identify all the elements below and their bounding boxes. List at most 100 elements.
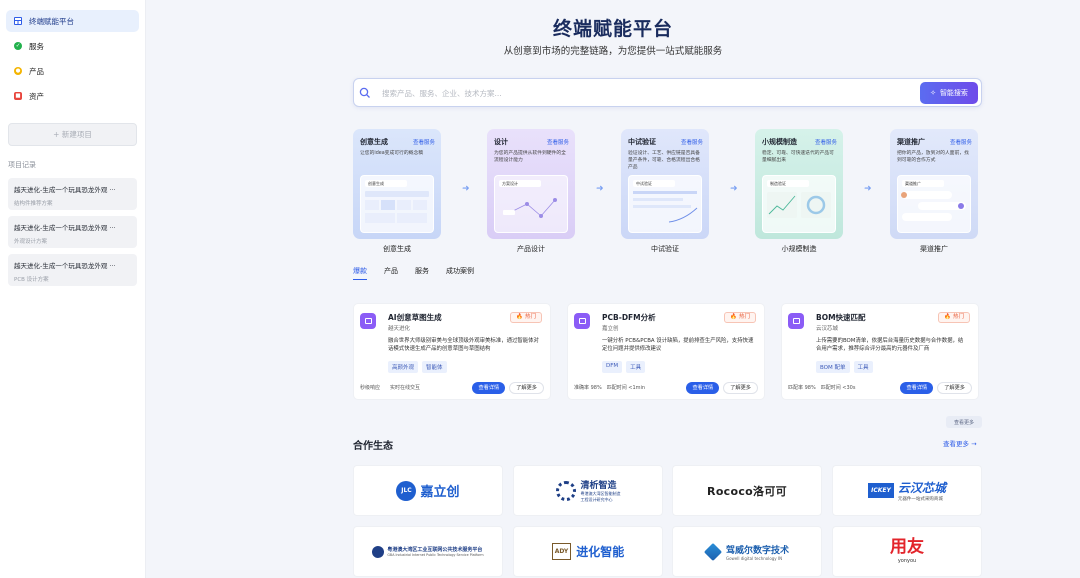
- sidebar-item-platform[interactable]: 终端赋能平台: [6, 10, 139, 32]
- learn-more-button[interactable]: 了解更多: [937, 381, 972, 394]
- partner-logo-gowell[interactable]: 驾威尔数字技术 Gowell digital technology IN: [672, 526, 822, 577]
- partner-logo-jlc[interactable]: JLC 嘉立创: [353, 465, 503, 516]
- arrow-right-icon: ➜: [462, 184, 470, 194]
- stage-card-channel[interactable]: 渠道推广 查看服务 把你的产品，放到对的人面前，找到可靠的合作方式 渠道推广: [890, 129, 978, 239]
- partner-name: Rococo洛可可: [707, 484, 787, 498]
- record-title: 越天进化-生成一个玩具恐龙外观 ···: [14, 186, 116, 194]
- records-title: 项目记录: [8, 161, 36, 169]
- view-service-link[interactable]: 查看服务: [950, 138, 972, 146]
- partner-logo-yonyou[interactable]: 用友 yonyou: [832, 526, 982, 577]
- ickey-logo-mark: ICKEY: [868, 483, 894, 498]
- stage-desc: 为您的产品提供从软件到硬件的全流程设计能力: [494, 151, 566, 164]
- partner-logo-ickey[interactable]: ICKEY 云汉芯城 元器件一站式采购商城: [832, 465, 982, 516]
- stage-name: 渠道推广: [897, 138, 925, 146]
- tab-service[interactable]: 服务: [415, 266, 429, 280]
- record-subtitle: PCB 设计方案: [14, 277, 49, 283]
- hot-badge: 🔥 热门: [724, 312, 756, 323]
- card-meta: 准确率 98% 匹配时间 <1min: [574, 385, 646, 391]
- sidebar: 终端赋能平台 ✓ 服务 ● 产品 ■ 资产 + 新建项目 项目记录 越天进化-生…: [0, 0, 146, 578]
- sidebar-item-label: 资产: [29, 91, 44, 101]
- hot-badge: 🔥 热门: [510, 312, 542, 323]
- view-service-link[interactable]: 查看服务: [815, 138, 837, 146]
- arrow-right-icon: ➜: [864, 184, 872, 194]
- learn-more-button[interactable]: 了解更多: [509, 381, 544, 394]
- record-title: 越天进化-生成一个玩具恐龙外观 ···: [14, 262, 116, 270]
- stage-label: 中试验证: [651, 245, 679, 253]
- ady-logo-mark: ADY: [551, 543, 572, 560]
- partner-logo-rococo[interactable]: Rococo洛可可: [672, 465, 822, 516]
- view-detail-button[interactable]: 查看详情: [686, 381, 720, 394]
- record-subtitle: 外观设计方案: [14, 239, 48, 245]
- stage-desc: 让您的idea变成可行的概念稿: [360, 151, 424, 156]
- card-title: AI创意草图生成: [388, 313, 442, 322]
- sidebar-item-service[interactable]: ✓ 服务: [6, 35, 139, 57]
- stage-preview: 制造验证: [762, 175, 836, 233]
- tab-hot[interactable]: 爆款: [353, 266, 367, 280]
- partner-logo-gba[interactable]: 粤港澳大湾区工业互联网公共技术服务平台 GBA Industrial Inter…: [353, 526, 503, 577]
- stage-card-pilot[interactable]: 中试验证 查看服务 验证设计、工艺、供应链是否具备量产条件，可靠、合格流程出合格…: [621, 129, 709, 239]
- tag: 高颜外观: [388, 361, 419, 373]
- view-service-link[interactable]: 查看服务: [681, 138, 703, 146]
- sidebar-item-label: 产品: [29, 66, 44, 76]
- product-card[interactable]: AI创意草图生成 越天进化 🔥 热门 融合世界大师级别审美与全球顶级外观审美标准…: [353, 303, 551, 400]
- sidebar-item-label: 服务: [29, 41, 44, 51]
- partner-name: 用友: [890, 537, 924, 557]
- stage-card-manufacturing[interactable]: 小规模制造 查看服务 稳定、可靠、可快速迭代的产品可量细腻出来 制造验证: [755, 129, 843, 239]
- see-more-button[interactable]: 查看更多: [946, 416, 982, 428]
- smart-search-button[interactable]: ✧ 智能搜索: [920, 82, 978, 104]
- card-description: 一键分析 PCB&PCBA 设计缺陷，提前排查生产风险，支持快速定位问题并提供修…: [602, 338, 754, 353]
- jlc-logo-mark: JLC: [396, 480, 417, 501]
- card-title: PCB-DFM分析: [602, 313, 656, 322]
- record-title: 越天进化-生成一个玩具恐龙外观 ···: [14, 224, 116, 232]
- record-item[interactable]: 越天进化-生成一个玩具恐龙外观 ··· 结构件推荐方案: [8, 178, 137, 210]
- new-project-button[interactable]: + 新建项目: [8, 123, 137, 146]
- partner-sub: Gowell digital technology IN: [725, 555, 783, 561]
- product-card[interactable]: PCB-DFM分析 嘉立创 🔥 热门 一键分析 PCB&PCBA 设计缺陷，提前…: [567, 303, 765, 400]
- view-service-link[interactable]: 查看服务: [547, 138, 569, 146]
- card-footer: 准确率 98% 匹配时间 <1min 查看详情 了解更多: [574, 381, 758, 394]
- partner-name: 嘉立创: [420, 485, 460, 500]
- view-detail-button[interactable]: 查看详情: [472, 381, 506, 394]
- card-vendor: 嘉立创: [602, 326, 619, 332]
- partner-logo-ady[interactable]: ADY 进化智能: [513, 526, 663, 577]
- search-input[interactable]: 搜索产品、服务、企业、技术方案...: [382, 88, 502, 99]
- stage-card-idea[interactable]: 创意生成 查看服务 让您的idea变成可行的概念稿 创意生成: [353, 129, 441, 239]
- learn-more-button[interactable]: 了解更多: [723, 381, 758, 394]
- sidebar-item-asset[interactable]: ■ 资产: [6, 85, 139, 107]
- product-card[interactable]: BOM快速匹配 云汉芯城 🔥 热门 上传需要的BOM清单，依据后台海量历史数据与…: [781, 303, 979, 400]
- ecosystem-more-link[interactable]: 查看更多 →: [943, 438, 977, 448]
- search-bar[interactable]: 搜索产品、服务、企业、技术方案... ✧ 智能搜索: [353, 78, 982, 107]
- stage-desc: 把你的产品，放到对的人面前，找到可靠的合作方式: [897, 151, 969, 164]
- hot-badge: 🔥 热门: [938, 312, 970, 323]
- record-subtitle: 结构件推荐方案: [14, 201, 53, 207]
- record-item[interactable]: 越天进化-生成一个玩具恐龙外观 ··· PCB 设计方案: [8, 254, 137, 286]
- tab-product[interactable]: 产品: [384, 266, 398, 280]
- stage-name: 小规模制造: [762, 138, 797, 146]
- record-item[interactable]: 越天进化-生成一个玩具恐龙外观 ··· 外观设计方案: [8, 216, 137, 248]
- stage-preview: 中试验证: [628, 175, 702, 233]
- ecosystem-title: 合作生态: [353, 441, 393, 452]
- stage-card-design[interactable]: 设计 查看服务 为您的产品提供从软件到硬件的全流程设计能力 方案设计: [487, 129, 575, 239]
- partner-sub: GBA Industrial Internet Public Technolog…: [387, 553, 484, 557]
- tag: 智能体: [422, 361, 447, 373]
- card-title: BOM快速匹配: [816, 313, 866, 322]
- partner-logo-qingxi[interactable]: 清析智造 粤港澳大湾区智能制造 工程设计研究中心: [513, 465, 663, 516]
- asset-icon: ■: [14, 92, 22, 100]
- stage-label: 产品设计: [517, 245, 545, 253]
- card-vendor: 越天进化: [388, 326, 411, 332]
- stage-preview: 创意生成: [360, 175, 434, 233]
- stage-name: 创意生成: [360, 138, 388, 146]
- view-service-link[interactable]: 查看服务: [413, 138, 435, 146]
- view-detail-button[interactable]: 查看详情: [900, 381, 934, 394]
- sidebar-item-product[interactable]: ● 产品: [6, 60, 139, 82]
- check-circle-icon: ✓: [14, 42, 22, 50]
- gear-logo-icon: [555, 480, 576, 501]
- layout-icon: [14, 17, 22, 25]
- tab-cases[interactable]: 成功案例: [446, 266, 474, 280]
- smart-search-label: 智能搜索: [939, 89, 968, 97]
- main-content: 终端赋能平台 从创意到市场的完整链路，为您提供一站式赋能服务 搜索产品、服务、企…: [146, 0, 1080, 578]
- stage-desc: 验证设计、工艺、供应链是否具备量产条件，可靠、合格流程出合格产品: [628, 151, 700, 171]
- card-meta: 匹配率 98% 匹配时间 <30s: [788, 385, 856, 391]
- preview-tag: 渠道推广: [902, 180, 944, 187]
- card-tags: DFM 工具: [602, 361, 646, 373]
